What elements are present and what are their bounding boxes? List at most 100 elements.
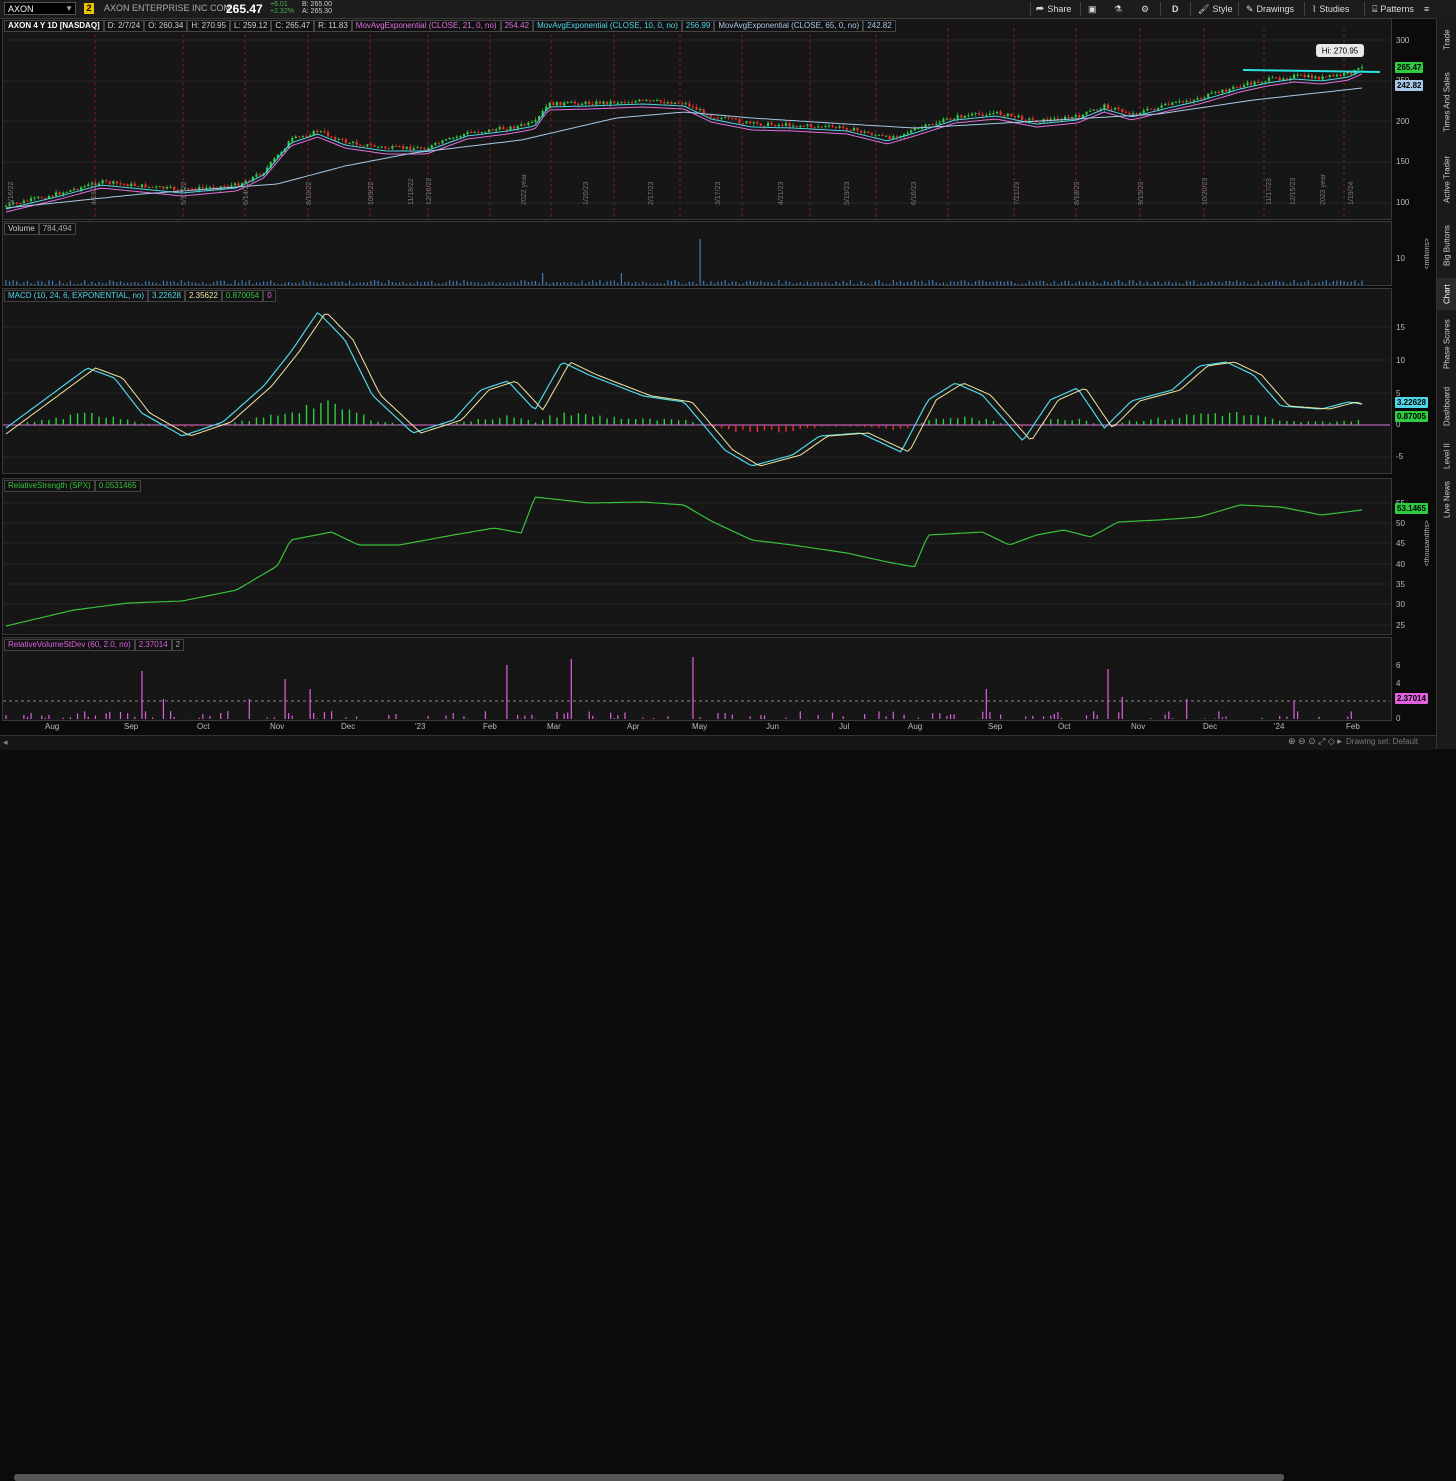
macd-title[interactable]: MACD (10, 24, 6, EXPONENTIAL, no) [4,290,148,302]
tab-dashboard[interactable]: Dashboard [1437,378,1456,434]
volume-bar [939,283,940,285]
price-candle [1096,110,1098,111]
rvsd-bar [764,715,765,719]
rvsd-bar [1122,697,1123,719]
price-candle [1093,110,1095,111]
volume-bar [596,282,597,285]
rvsd-bar [134,717,135,719]
macd-histogram-bar [277,416,278,425]
rvsd-bar [27,717,28,719]
volume-title[interactable]: Volume [4,223,39,235]
volume-bar [281,284,282,285]
x-label: Feb [1346,722,1360,731]
rvsd-bar [317,718,318,719]
macd-histogram-bar [1193,415,1194,425]
macd-diff: 0.870054 [222,290,263,302]
tab-times-and-sales[interactable]: Times And Sales [1437,62,1456,142]
volume-bar [782,284,783,285]
price-candle [527,123,529,126]
volume-bar [778,280,779,285]
chart-canvas[interactable]: Hi: 270.953/16/224/19/225/17/226/14/228/… [0,0,1436,735]
volume-bar [488,282,489,285]
price-candle [1314,77,1316,79]
price-candle [62,193,64,195]
volume-bar [1022,283,1023,285]
scrollbar-thumb[interactable] [14,1474,1284,1481]
volume-bar [1340,280,1341,285]
rs-title[interactable]: RelativeStrength (SPX) [4,480,95,492]
tab-trade[interactable]: Trade [1437,22,1456,58]
tab-phase-scores[interactable]: Phase Scores [1437,312,1456,376]
price-candle [914,128,916,130]
volume-bar [474,283,475,285]
price-candle [806,124,808,126]
volume-bar [954,282,955,285]
macd-histogram-bar [513,418,514,425]
price-candle [298,136,300,137]
volume-bar [1136,283,1137,285]
price-candle [828,125,830,126]
rvsd-bar [463,716,464,719]
volume-bar [399,283,400,285]
macd-histogram-bar [814,425,815,428]
scroll-left-icon[interactable]: ◂ [3,737,8,748]
tab-active-trader[interactable]: Active Trader [1437,144,1456,214]
price-candle [123,184,125,185]
macd-histogram-bar [656,420,657,425]
volume-bar [1240,282,1241,285]
price-candle [1103,104,1105,108]
price-candle [302,136,304,137]
drawing-set-status[interactable]: Drawing set: Default [1346,737,1418,746]
rvsd-title[interactable]: RelativeVolumeStDev (60, 2.0, no) [4,639,135,651]
tab-live-news[interactable]: Live News [1437,478,1456,522]
tab-chart[interactable]: Chart [1437,278,1456,310]
macd-histogram-bar [1086,421,1087,425]
price-candle [1146,109,1148,111]
price-candle [413,148,415,150]
rvsd-bar [506,665,507,719]
price-candle [785,123,787,126]
ema10-label[interactable]: MovAvgExponential (CLOSE, 10, 0, no) [533,20,682,32]
ema21-label[interactable]: MovAvgExponential (CLOSE, 21, 0, no) [352,20,501,32]
date-mark: 12/15/23 [1290,178,1297,205]
macd-histogram-bar [642,418,643,425]
price-candle [398,146,400,147]
price-candle [881,135,883,136]
date-mark: 11/18/22 [408,178,415,205]
rvsd-bar [485,711,486,719]
price-candle [1025,120,1027,121]
tab-level-ii[interactable]: Level II [1437,436,1456,476]
ema65-label[interactable]: MovAvgExponential (CLOSE, 65, 0, no) [714,20,863,32]
tab-big-buttons[interactable]: Big Buttons [1437,216,1456,276]
price-candle [821,126,823,127]
volume-bar [20,284,21,285]
volume-bar [327,284,328,285]
rvsd-bar [843,716,844,719]
zoom-controls[interactable]: ⊕ ⊖ ⊙ ⤢ ◇ ▸ [1288,736,1342,747]
price-candle [1118,108,1120,110]
volume-bar [1344,281,1345,285]
date-mark: 8/18/23 [1074,182,1081,205]
price-candle [1304,75,1306,77]
price-candle [928,124,930,125]
volume-bar [621,273,622,285]
date-mark: 1/19/24 [1348,182,1355,205]
price-candle [585,102,587,104]
macd-histogram-bar [585,414,586,425]
price-candle [441,140,443,143]
volume-bar [242,280,243,285]
volume-bar [1222,283,1223,285]
price-candle [1221,90,1223,93]
price-candle [102,180,104,183]
volume-bar [581,280,582,285]
volume-bar [1218,282,1219,285]
macd-histogram-bar [63,419,64,425]
macd-histogram-bar [1186,414,1187,425]
volume-bar [857,284,858,285]
volume-bar [1354,280,1355,285]
volume-bar [750,281,751,285]
volume-bar [145,281,146,285]
price-candle [381,147,383,148]
price-candle [1203,97,1205,98]
horizontal-scrollbar[interactable] [14,1474,1284,1481]
